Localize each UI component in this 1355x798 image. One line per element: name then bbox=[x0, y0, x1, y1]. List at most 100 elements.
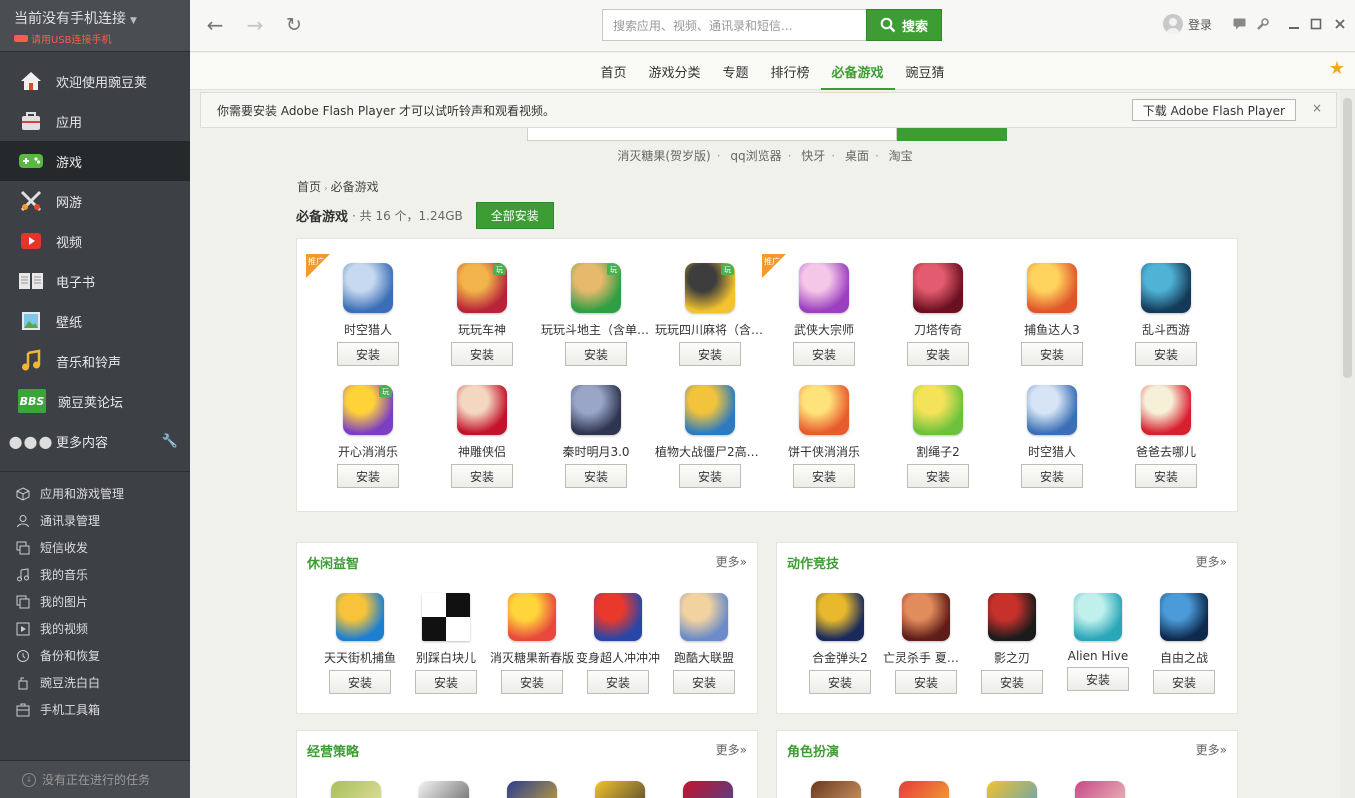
chat-icon[interactable] bbox=[1230, 15, 1248, 33]
app-card[interactable]: 爸爸去哪儿 安装 bbox=[1109, 385, 1223, 488]
app-icon[interactable] bbox=[799, 263, 849, 313]
app-card[interactable]: 秦时明月3.0 安装 bbox=[539, 385, 653, 488]
install-button[interactable]: 安装 bbox=[907, 464, 969, 488]
app-card[interactable]: 时空猎人 安装 bbox=[995, 385, 1109, 488]
app-icon[interactable] bbox=[594, 593, 642, 641]
app-icon[interactable] bbox=[913, 385, 963, 435]
tool-sms[interactable]: 短信收发 bbox=[0, 534, 190, 561]
app-card[interactable]: 割绳子2 安装 bbox=[881, 385, 995, 488]
app-icon[interactable] bbox=[419, 781, 469, 798]
forward-arrow-icon[interactable]: → bbox=[244, 13, 266, 37]
breadcrumb-home[interactable]: 首页 bbox=[297, 180, 321, 194]
app-icon[interactable] bbox=[899, 781, 949, 798]
app-icon[interactable] bbox=[913, 263, 963, 313]
app-icon[interactable] bbox=[508, 593, 556, 641]
app-icon[interactable]: 玩 bbox=[457, 263, 507, 313]
task-status-bar[interactable]: ↓ 没有正在进行的任务 bbox=[0, 760, 190, 798]
app-icon[interactable] bbox=[1160, 593, 1208, 641]
install-button[interactable]: 安装 bbox=[565, 342, 627, 366]
tool-my-music[interactable]: 我的音乐 bbox=[0, 561, 190, 588]
app-card[interactable]: 推广 武侠大宗师 安装 bbox=[762, 254, 881, 366]
install-button[interactable]: 安装 bbox=[679, 464, 741, 488]
app-icon[interactable] bbox=[1141, 263, 1191, 313]
app-icon[interactable] bbox=[799, 385, 849, 435]
app-card[interactable]: 饼干侠消消乐 安装 bbox=[767, 385, 881, 488]
app-icon[interactable] bbox=[595, 781, 645, 798]
close-icon[interactable]: × bbox=[1312, 101, 1322, 115]
app-name[interactable]: 刀塔传奇 bbox=[883, 321, 993, 338]
app-card[interactable]: 刀塔传奇 安装 bbox=[881, 263, 995, 366]
app-card[interactable]: 合金弹头2 安装 bbox=[797, 593, 883, 694]
app-name[interactable]: 影之刃 bbox=[969, 649, 1055, 666]
app-card[interactable]: 亡灵杀手 夏侯惇安装 bbox=[883, 593, 969, 694]
app-card[interactable]: 别踩白块儿 安装 bbox=[403, 593, 489, 694]
app-card[interactable]: 乱斗西游 安装 bbox=[1109, 263, 1223, 366]
app-name[interactable]: 爸爸去哪儿 bbox=[1111, 443, 1221, 460]
app-name[interactable]: 亡灵杀手 夏侯惇 bbox=[883, 649, 969, 666]
install-button[interactable]: 安装 bbox=[337, 464, 399, 488]
download-flash-button[interactable]: 下载 Adobe Flash Player bbox=[1131, 99, 1296, 121]
tab-essential-games[interactable]: 必备游戏 bbox=[820, 53, 895, 90]
app-name[interactable]: 自由之战 bbox=[1141, 649, 1227, 666]
app-icon[interactable]: 玩 bbox=[685, 263, 735, 313]
app-card[interactable]: 天天街机捕鱼 安装 bbox=[317, 593, 403, 694]
app-name[interactable]: 开心消消乐 bbox=[313, 443, 423, 460]
app-icon[interactable]: 玩 bbox=[343, 385, 393, 435]
app-card[interactable]: 影之刃 安装 bbox=[969, 593, 1055, 694]
app-icon[interactable] bbox=[336, 593, 384, 641]
more-link[interactable]: 更多» bbox=[716, 553, 747, 570]
app-name[interactable]: 秦时明月3.0 bbox=[541, 443, 651, 460]
hot-word[interactable]: 桌面 bbox=[845, 149, 869, 163]
install-all-button[interactable]: 全部安装 bbox=[475, 202, 554, 229]
app-card[interactable]: 捕鱼达人3 安装 bbox=[995, 263, 1109, 366]
back-arrow-icon[interactable]: ← bbox=[204, 13, 226, 37]
close-icon[interactable] bbox=[1331, 15, 1349, 33]
install-button[interactable]: 安装 bbox=[673, 670, 735, 694]
install-button[interactable]: 安装 bbox=[415, 670, 477, 694]
app-name[interactable]: 神雕侠侣 bbox=[427, 443, 537, 460]
app-name[interactable]: 玩玩车神 bbox=[427, 321, 537, 338]
tool-cleaner[interactable]: 豌豆洗白白 bbox=[0, 669, 190, 696]
app-icon[interactable] bbox=[1074, 593, 1122, 641]
tool-my-photos[interactable]: 我的图片 bbox=[0, 588, 190, 615]
search-input[interactable]: 搜索应用、视频、通讯录和短信... bbox=[602, 9, 866, 41]
sidebar-item-forum[interactable]: BBS 豌豆荚论坛 bbox=[0, 381, 190, 421]
sidebar-item-apps[interactable]: 应用 bbox=[0, 101, 190, 141]
tab-rankings[interactable]: 排行榜 bbox=[760, 53, 821, 89]
app-icon[interactable] bbox=[685, 385, 735, 435]
tool-my-videos[interactable]: 我的视频 bbox=[0, 615, 190, 642]
install-button[interactable]: 安装 bbox=[1021, 342, 1083, 366]
install-button[interactable]: 安装 bbox=[1153, 670, 1215, 694]
app-name[interactable]: Alien Hive bbox=[1055, 649, 1141, 663]
star-icon[interactable]: ★ bbox=[1329, 58, 1345, 79]
app-card[interactable]: 推广 时空猎人 安装 bbox=[306, 254, 425, 366]
tab-guess[interactable]: 豌豆猜 bbox=[895, 53, 956, 89]
app-icon[interactable] bbox=[988, 593, 1036, 641]
app-card[interactable]: 玩开心消消乐 安装 bbox=[311, 385, 425, 488]
install-button[interactable]: 安装 bbox=[793, 342, 855, 366]
refresh-icon[interactable]: ↻ bbox=[283, 14, 305, 36]
minimize-icon[interactable] bbox=[1285, 15, 1303, 33]
more-link[interactable]: 更多» bbox=[716, 741, 747, 758]
install-button[interactable]: 安装 bbox=[565, 464, 627, 488]
app-name[interactable]: 消灭糖果新春版 bbox=[489, 649, 575, 666]
app-card[interactable]: Alien Hive 安装 bbox=[1055, 593, 1141, 694]
app-name[interactable]: 变身超人冲冲冲 bbox=[575, 649, 661, 666]
install-button[interactable]: 安装 bbox=[809, 670, 871, 694]
app-icon[interactable] bbox=[331, 781, 381, 798]
chevron-down-icon[interactable]: ▼ bbox=[130, 16, 137, 26]
install-button[interactable]: 安装 bbox=[1067, 667, 1129, 691]
tool-app-manager[interactable]: 应用和游戏管理 bbox=[0, 480, 190, 507]
app-name[interactable]: 饼干侠消消乐 bbox=[769, 443, 879, 460]
install-button[interactable]: 安装 bbox=[895, 670, 957, 694]
app-card[interactable]: 植物大战僵尸2高清版安装 bbox=[653, 385, 767, 488]
more-link[interactable]: 更多» bbox=[1196, 553, 1227, 570]
app-icon[interactable] bbox=[1027, 385, 1077, 435]
app-name[interactable]: 时空猎人 bbox=[997, 443, 1107, 460]
app-icon[interactable] bbox=[1141, 385, 1191, 435]
app-icon[interactable] bbox=[422, 593, 470, 641]
app-name[interactable]: 割绳子2 bbox=[883, 443, 993, 460]
app-name[interactable]: 植物大战僵尸2高清版 bbox=[655, 443, 765, 460]
hot-word[interactable]: 淘宝 bbox=[889, 149, 913, 163]
app-card[interactable]: 自由之战 安装 bbox=[1141, 593, 1227, 694]
